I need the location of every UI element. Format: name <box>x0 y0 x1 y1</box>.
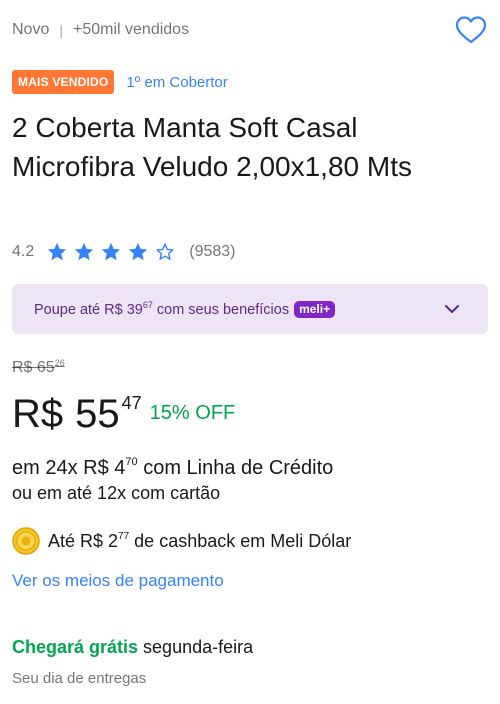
cashback-text: Até R$ 277 de cashback em Meli Dólar <box>48 531 351 552</box>
condition-label: Novo <box>12 21 50 38</box>
rating-stars <box>46 241 181 263</box>
delivery-subtitle: Seu dia de entregas <box>12 670 147 687</box>
price-integer: 55 <box>75 392 120 436</box>
badges-row: MAIS VENDIDO 1º em Cobertor <box>12 69 228 95</box>
installments-card: ou em até 12x com cartão <box>12 483 221 503</box>
chevron-down-icon[interactable] <box>442 300 462 318</box>
cashback-amount: Até R$ 2 <box>48 530 119 551</box>
installments-cents: 70 <box>125 456 138 468</box>
current-price: R$ 55 47 15% OFF <box>12 388 235 440</box>
delivery-info: Chegará grátis segunda-feira <box>12 634 253 660</box>
best-seller-badge: MAIS VENDIDO <box>12 70 115 94</box>
free-delivery-label: Chegará grátis <box>12 637 139 657</box>
cashback-row: Até R$ 277 de cashback em Meli Dólar <box>12 526 351 556</box>
sold-count: +50mil vendidos <box>73 21 190 38</box>
cashback-cents: 77 <box>118 530 130 542</box>
star-full-icon <box>75 242 94 261</box>
payment-methods-link[interactable]: Ver os meios de pagamento <box>12 571 224 591</box>
cashback-suffix: de cashback em Meli Dólar <box>129 530 352 551</box>
benefits-cents: 67 <box>142 300 153 310</box>
benefits-suffix: com seus benefícios <box>152 302 290 318</box>
benefits-banner[interactable]: Poupe até R$ 3967 com seus benefícios mel… <box>12 284 488 334</box>
original-price-int: R$ 65 <box>12 359 55 376</box>
benefits-text: Poupe até R$ 3967 com seus benefícios mel… <box>34 300 336 318</box>
currency-symbol: R$ <box>12 392 64 436</box>
heart-outline-icon[interactable] <box>454 15 488 45</box>
meli-dolar-coin-icon <box>12 527 40 555</box>
star-full-icon <box>102 242 121 261</box>
installments-amount: em 24x R$ 4 <box>12 457 126 479</box>
rating-score: 4.2 <box>12 243 35 260</box>
category-ranking-link[interactable]: 1º em Cobertor <box>126 74 227 91</box>
star-empty-icon <box>156 243 174 260</box>
installments-credit: em 24x R$ 470 com Linha de Crédito <box>12 448 333 482</box>
original-price-cents: 26 <box>54 358 65 368</box>
product-title: 2 Coberta Manta Soft Casal Microfibra Ve… <box>12 112 412 182</box>
original-price: R$ 6526 <box>12 358 65 377</box>
price-cents: 47 <box>121 393 142 413</box>
header-separator: | <box>59 22 63 38</box>
star-full-icon <box>48 242 67 261</box>
meli-plus-badge: meli+ <box>294 301 336 318</box>
product-header-row: Novo | +50mil vendidos <box>12 15 488 45</box>
installments-suffix: com Linha de Crédito <box>137 457 334 479</box>
discount-label: 15% OFF <box>149 402 236 424</box>
delivery-day: segunda-feira <box>138 637 254 657</box>
rating-row[interactable]: 4.2 (9583) <box>12 239 236 265</box>
benefits-amount: Poupe até R$ 39 <box>34 302 143 318</box>
review-count: (9583) <box>189 243 236 260</box>
star-full-icon <box>129 242 148 261</box>
